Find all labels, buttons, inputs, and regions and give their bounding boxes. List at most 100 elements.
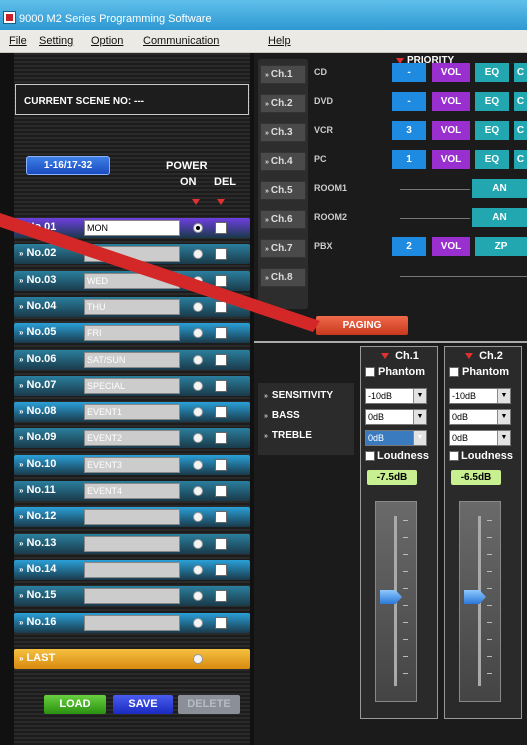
vol-box[interactable]: VOL — [432, 237, 470, 256]
scene-name-field[interactable]: SAT/SUN — [84, 351, 180, 368]
priority-number[interactable]: 1 — [392, 150, 426, 169]
scene-row[interactable]: » No.01 MON — [14, 218, 250, 238]
treble-select[interactable]: 0dB ▼ — [449, 430, 511, 446]
scene-row[interactable]: » No.05 FRI — [14, 323, 250, 344]
scene-row[interactable]: » No.07 SPECIAL — [14, 375, 250, 396]
delete-checkbox[interactable] — [215, 379, 227, 392]
scene-name-field[interactable]: SPECIAL — [84, 377, 180, 394]
scene-row[interactable]: » No.14 — [14, 559, 250, 580]
delete-checkbox[interactable] — [215, 485, 227, 497]
eq-box[interactable]: EQ — [475, 121, 509, 140]
c-box[interactable]: C — [514, 63, 527, 82]
c-box[interactable]: C — [514, 150, 527, 169]
vol-box[interactable]: VOL — [432, 150, 470, 169]
scene-row-last[interactable]: » LAST — [14, 649, 250, 669]
zp-box[interactable]: ZP — [475, 237, 527, 256]
scene-row[interactable]: » No.04 THU — [14, 296, 250, 317]
menu-option[interactable]: Option — [91, 35, 123, 47]
scene-name-field[interactable]: EVENT2 — [84, 430, 180, 447]
scene-range-button[interactable]: 1-16/17-32 — [26, 156, 110, 175]
scene-name-field[interactable]: EVENT3 — [84, 456, 180, 473]
treble-select[interactable]: 0dB ▼ — [365, 430, 427, 446]
delete-checkbox[interactable] — [215, 353, 227, 366]
paging-button[interactable]: PAGING — [316, 316, 408, 335]
power-radio[interactable] — [193, 486, 203, 496]
delete-checkbox[interactable] — [215, 616, 227, 629]
power-radio[interactable] — [193, 459, 203, 470]
scene-row[interactable]: » No.16 — [14, 612, 250, 633]
delete-checkbox[interactable] — [215, 327, 227, 340]
power-radio[interactable] — [193, 328, 203, 339]
delete-checkbox[interactable] — [215, 222, 227, 234]
channel-button[interactable]: » Ch.2 — [260, 94, 306, 113]
power-radio[interactable] — [193, 564, 203, 575]
delete-checkbox[interactable] — [215, 590, 227, 603]
vol-box[interactable]: VOL — [432, 92, 470, 111]
eq-box[interactable]: EQ — [475, 92, 509, 111]
c-box[interactable]: C — [514, 121, 527, 140]
scene-row[interactable]: » No.06 SAT/SUN — [14, 349, 250, 370]
power-radio[interactable] — [193, 512, 203, 523]
channel-button[interactable]: » Ch.6 — [260, 210, 306, 229]
scene-name-field[interactable] — [84, 535, 180, 552]
delete-button[interactable]: DELETE — [178, 695, 240, 714]
volume-fader[interactable] — [375, 501, 417, 702]
eq-box[interactable]: EQ — [475, 63, 509, 82]
loudness-checkbox[interactable] — [365, 451, 375, 461]
power-radio[interactable] — [193, 301, 203, 312]
priority-number[interactable]: - — [392, 63, 426, 82]
scene-row[interactable]: » No.10 EVENT3 — [14, 454, 250, 475]
menu-help[interactable]: Help — [268, 35, 291, 47]
scene-name-field[interactable] — [84, 509, 180, 526]
scene-row[interactable]: » No.13 — [14, 533, 250, 554]
power-radio[interactable] — [193, 407, 203, 418]
load-button[interactable]: LOAD — [44, 695, 106, 714]
power-radio[interactable] — [193, 380, 203, 391]
save-button[interactable]: SAVE — [113, 695, 173, 714]
channel-button[interactable]: » Ch.1 — [260, 65, 306, 84]
scene-row[interactable]: » No.11 EVENT4 — [14, 481, 250, 501]
channel-button[interactable]: » Ch.7 — [260, 239, 306, 258]
delete-checkbox[interactable] — [215, 248, 227, 261]
power-radio[interactable] — [193, 538, 203, 549]
delete-checkbox[interactable] — [215, 300, 227, 313]
power-radio[interactable] — [193, 433, 203, 444]
menu-file[interactable]: File — [9, 35, 27, 47]
scene-row[interactable]: » No.02 — [14, 244, 250, 265]
scene-row[interactable]: » No.09 EVENT2 — [14, 428, 250, 449]
power-radio[interactable] — [193, 354, 203, 365]
loudness-checkbox[interactable] — [449, 451, 459, 461]
priority-number[interactable]: 2 — [392, 237, 426, 256]
priority-number[interactable]: 3 — [392, 121, 426, 140]
priority-number[interactable]: - — [392, 92, 426, 111]
sensitivity-select[interactable]: -10dB ▼ — [365, 388, 427, 404]
scene-name-field[interactable]: EVENT4 — [84, 483, 180, 499]
phantom-checkbox[interactable] — [449, 367, 459, 377]
vol-box[interactable]: VOL — [432, 121, 470, 140]
scene-row[interactable]: » No.03 WED — [14, 270, 250, 291]
menu-setting[interactable]: Setting — [39, 35, 73, 47]
channel-button[interactable]: » Ch.8 — [260, 268, 306, 287]
delete-checkbox[interactable] — [215, 432, 227, 445]
scene-name-field[interactable]: FRI — [84, 325, 180, 342]
delete-checkbox[interactable] — [215, 274, 227, 287]
scene-name-field[interactable] — [84, 246, 180, 263]
scene-name-field[interactable] — [84, 561, 180, 578]
scene-name-field[interactable] — [84, 588, 180, 605]
volume-fader[interactable] — [459, 501, 501, 702]
scene-name-field[interactable]: WED — [84, 272, 180, 289]
channel-button[interactable]: » Ch.3 — [260, 123, 306, 142]
c-box[interactable]: C — [514, 92, 527, 111]
bass-select[interactable]: 0dB ▼ — [365, 409, 427, 425]
an-box[interactable]: AN — [472, 179, 527, 198]
power-radio[interactable] — [193, 617, 203, 628]
delete-checkbox[interactable] — [215, 458, 227, 471]
delete-checkbox[interactable] — [215, 511, 227, 524]
bass-select[interactable]: 0dB ▼ — [449, 409, 511, 425]
power-radio[interactable] — [193, 223, 203, 233]
scene-row[interactable]: » No.15 — [14, 586, 250, 607]
an-box[interactable]: AN — [472, 208, 527, 227]
menu-communication[interactable]: Communication — [143, 35, 219, 47]
vol-box[interactable]: VOL — [432, 63, 470, 82]
fader-knob[interactable] — [464, 590, 486, 604]
